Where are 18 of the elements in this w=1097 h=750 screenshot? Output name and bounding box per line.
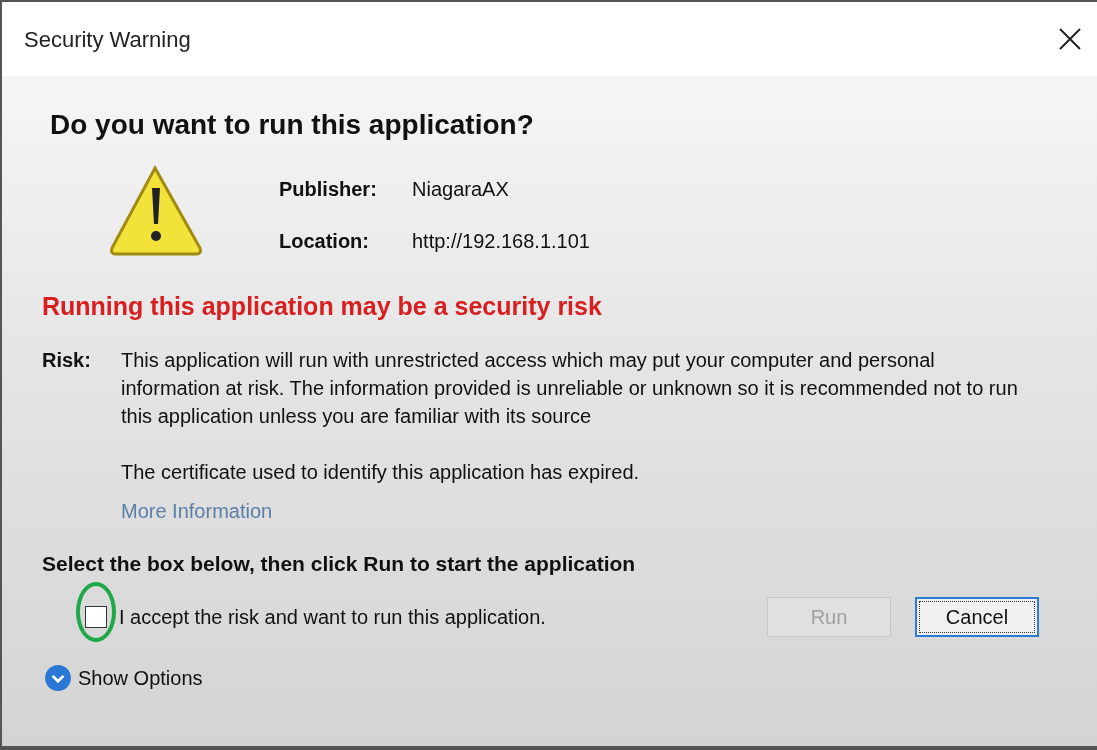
warning-heading: Running this application may be a security risk <box>42 291 603 322</box>
risk-label: Risk: <box>42 347 92 373</box>
close-icon <box>1058 27 1082 51</box>
dialog-button[interactable]: Cancel <box>915 597 1039 637</box>
dialog-heading: Do you want to run this application? <box>49 108 535 142</box>
instruction-text: Select the box below, then click Run to start the application <box>42 550 637 577</box>
detail-value: http://192.168.1.101 <box>412 229 590 254</box>
accept-label: I accept the risk and want to run this application. <box>119 605 546 630</box>
window-title: Security Warning <box>24 25 191 54</box>
highlight-ring <box>76 582 116 642</box>
risk-text: This application will run with unrestricted access which may put your computer and personal information at risk. The information provided is unreliable or unknown so it is recommended not to run this application unless you are familiar with its source <box>121 347 1019 429</box>
detail-value: NiagaraAX <box>412 177 509 202</box>
show-options-button[interactable]: Show Options <box>44 663 203 693</box>
chevron-icon <box>44 664 72 692</box>
accept-checkbox[interactable] <box>85 606 107 628</box>
risk-text: The certificate used to identify this application has expired. <box>121 459 641 485</box>
detail-label: Publisher: <box>279 177 378 202</box>
detail-label: Location: <box>279 229 370 254</box>
